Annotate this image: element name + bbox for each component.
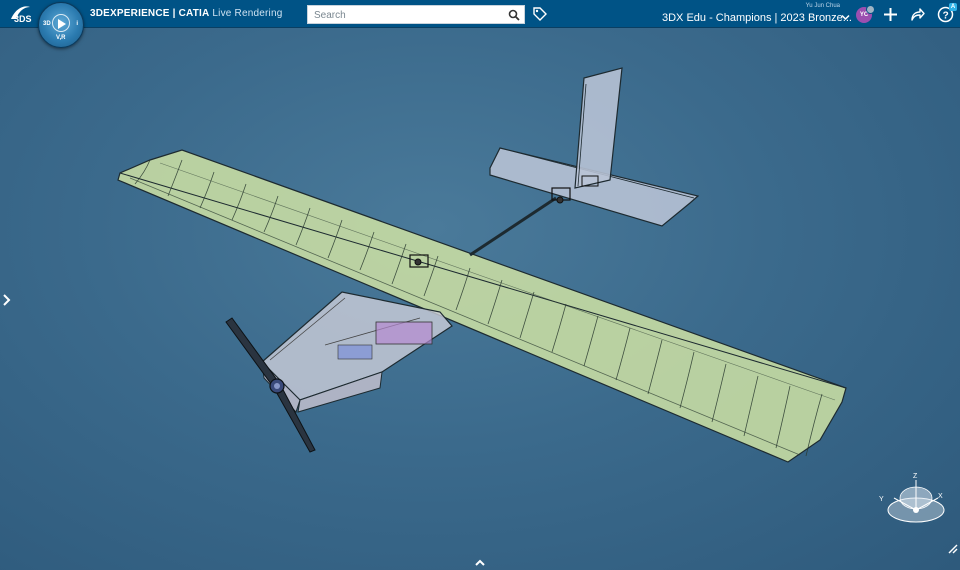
vertical-stabilizer[interactable]: [574, 67, 623, 189]
compass-widget[interactable]: 3D i V,R: [38, 2, 84, 48]
brand-text: 3DS: [14, 14, 32, 24]
compass-3d-label: 3D: [43, 21, 51, 27]
app-name: 3DEXPERIENCE | CATIA: [90, 8, 210, 19]
app-title: 3DEXPERIENCE | CATIA Live Rendering: [90, 8, 282, 19]
search-icon[interactable]: [508, 9, 520, 21]
search-input[interactable]: [312, 7, 506, 24]
tail-boom[interactable]: [469, 196, 557, 257]
search-box[interactable]: [307, 5, 525, 24]
share-icon[interactable]: [909, 6, 926, 23]
top-bar: 3DS 3DEXPERIENCE | CATIA Live Rendering …: [0, 0, 960, 28]
svg-text:?: ?: [943, 11, 949, 22]
resize-handle-icon[interactable]: [946, 542, 958, 554]
main-wing[interactable]: [117, 149, 847, 463]
3d-viewport[interactable]: [0, 28, 960, 570]
triad-z-label: Z: [913, 473, 918, 480]
dassault-logo-icon[interactable]: 3DS: [8, 3, 34, 25]
app-subtitle: Live Rendering: [212, 8, 283, 19]
triad-x-label: X: [938, 493, 943, 500]
chevron-up-icon[interactable]: [474, 558, 486, 567]
tag-icon[interactable]: [532, 6, 548, 22]
status-dot: [866, 5, 875, 14]
notification-badge: A: [949, 3, 957, 11]
plus-icon[interactable]: [882, 6, 899, 23]
compass-info-label: i: [76, 21, 78, 27]
play-icon[interactable]: [58, 19, 66, 29]
chevron-down-icon[interactable]: [841, 14, 850, 21]
battery-pack: [375, 321, 433, 345]
user-name: Yu Jun Chua: [805, 3, 840, 9]
fuselage[interactable]: [261, 291, 453, 413]
chevron-right-icon[interactable]: [2, 293, 12, 307]
compass-vr-label: V,R: [56, 35, 66, 41]
orientation-triad-icon[interactable]: Z Y X: [876, 468, 950, 530]
workspace-selector[interactable]: 3DX Edu - Champions | 2023 Bronze...: [662, 12, 852, 24]
triad-y-label: Y: [879, 496, 884, 503]
avatar[interactable]: YC: [856, 5, 875, 23]
